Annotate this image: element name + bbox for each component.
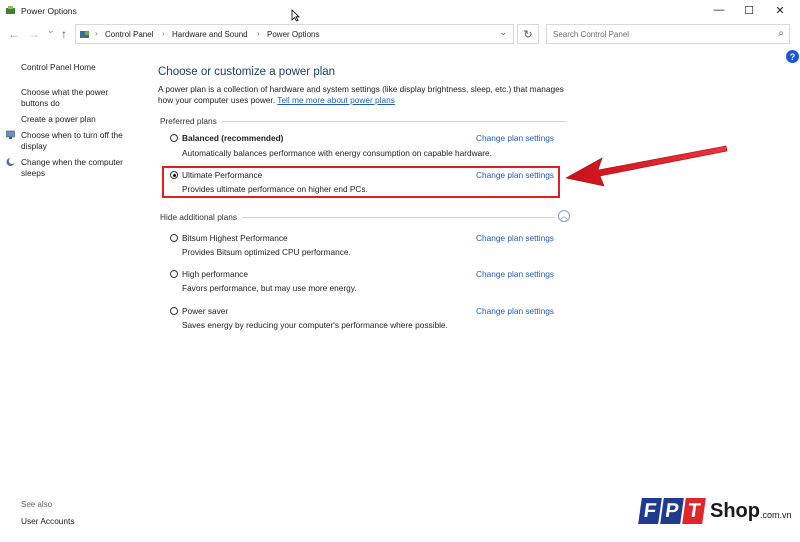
logo-letter-f: F (638, 498, 662, 524)
additional-plans-label[interactable]: Hide additional plans (160, 212, 237, 222)
up-arrow-icon[interactable]: ↑ (61, 27, 67, 41)
sidebar-item-computer-sleeps[interactable]: Change when the computer sleeps (21, 157, 133, 179)
intro-text: A power plan is a collection of hardware… (158, 84, 578, 106)
search-placeholder: Search Control Panel (553, 30, 630, 39)
sidebar-item-turn-off-display[interactable]: Choose when to turn off the display (21, 130, 133, 152)
power-plans-help-link[interactable]: Tell me more about power plans (277, 95, 395, 105)
change-plan-settings-link[interactable]: Change plan settings (476, 233, 554, 243)
sidebar-control-panel-home[interactable]: Control Panel Home (21, 62, 133, 73)
group-divider (222, 121, 567, 122)
address-dropdown-icon[interactable]: ⌄ (499, 27, 507, 38)
logo-letter-t: T (682, 498, 706, 524)
plan-name-balanced[interactable]: Balanced (recommended) (182, 133, 283, 143)
change-plan-settings-link[interactable]: Change plan settings (476, 306, 554, 316)
plan-radio-power-saver[interactable] (170, 307, 178, 315)
control-panel-icon (80, 30, 90, 38)
plan-name-bitsum[interactable]: Bitsum Highest Performance (182, 233, 288, 243)
plan-desc-balanced: Automatically balances performance with … (182, 148, 492, 158)
maximize-button[interactable]: ☐ (734, 0, 764, 20)
change-plan-settings-link[interactable]: Change plan settings (476, 133, 554, 143)
user-accounts-link[interactable]: User Accounts (21, 516, 75, 526)
annotation-arrow-icon (565, 145, 728, 187)
plan-radio-balanced[interactable] (170, 134, 178, 142)
address-bar[interactable]: › Control Panel › Hardware and Sound › P… (75, 24, 514, 44)
moon-icon (6, 157, 15, 166)
plan-desc-high-performance: Favors performance, but may use more ene… (182, 283, 357, 293)
plan-name-high-performance[interactable]: High performance (182, 269, 248, 279)
fpt-shop-logo: F P T Shop .com.vn (638, 496, 792, 526)
search-input[interactable]: Search Control Panel ⌕ (546, 24, 790, 44)
logo-shop-text: Shop (710, 499, 760, 522)
sidebar: Control Panel Home Choose what the power… (0, 56, 150, 536)
chevron-right-icon: › (257, 29, 260, 38)
plan-radio-bitsum[interactable] (170, 234, 178, 242)
highlight-box (162, 166, 560, 198)
plan-desc-power-saver: Saves energy by reducing your computer's… (182, 320, 448, 330)
close-button[interactable]: ✕ (765, 0, 795, 20)
mouse-cursor-icon (291, 9, 300, 22)
logo-domain-suffix: .com.vn (760, 510, 792, 520)
search-icon[interactable]: ⌕ (778, 28, 784, 39)
collapse-chevron-up-icon[interactable]: ︿ (558, 210, 570, 222)
group-divider (242, 217, 555, 218)
breadcrumb-control-panel[interactable]: Control Panel (105, 30, 153, 39)
page-title: Choose or customize a power plan (158, 66, 336, 78)
title-bar: Power Options — ☐ ✕ (0, 0, 800, 22)
chevron-right-icon: › (162, 29, 165, 38)
chevron-right-icon: › (95, 29, 98, 38)
plan-name-power-saver[interactable]: Power saver (182, 306, 228, 316)
breadcrumb-hardware-and-sound[interactable]: Hardware and Sound (172, 30, 248, 39)
monitor-icon (6, 130, 15, 139)
window-title: Power Options (21, 6, 77, 16)
power-options-icon (6, 6, 15, 14)
recent-locations-icon[interactable]: ⌄ (47, 25, 55, 36)
forward-arrow-icon[interactable]: → (28, 27, 40, 41)
sidebar-item-power-buttons[interactable]: Choose what the power buttons do (21, 87, 133, 109)
plan-desc-bitsum: Provides Bitsum optimized CPU performanc… (182, 247, 351, 257)
refresh-button[interactable]: ↻ (517, 24, 539, 44)
see-also-label: See also (21, 500, 53, 509)
logo-letter-p: P (660, 498, 684, 524)
minimize-button[interactable]: — (704, 0, 734, 20)
plan-radio-high-performance[interactable] (170, 270, 178, 278)
preferred-plans-label: Preferred plans (160, 116, 217, 126)
help-icon[interactable]: ? (786, 50, 799, 63)
back-arrow-icon[interactable]: ← (8, 27, 20, 41)
breadcrumb-power-options[interactable]: Power Options (267, 30, 319, 39)
sidebar-item-create-plan[interactable]: Create a power plan (21, 114, 133, 125)
change-plan-settings-link[interactable]: Change plan settings (476, 269, 554, 279)
